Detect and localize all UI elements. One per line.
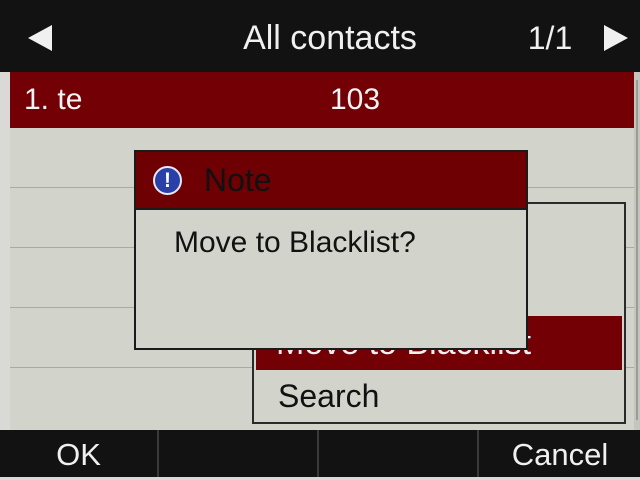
info-icon: ! <box>153 166 182 195</box>
page-title: All contacts <box>243 19 417 57</box>
menu-item-search[interactable]: Search <box>256 370 622 422</box>
dialog-title: Note <box>204 162 272 198</box>
contact-row[interactable]: 1. te 103 <box>10 72 635 128</box>
empty-softkey[interactable] <box>320 430 479 477</box>
dialog-message: Move to Blacklist? <box>174 226 416 259</box>
empty-softkey[interactable] <box>160 430 319 477</box>
softkey-bar: OK Cancel <box>0 430 640 477</box>
header-bar: All contacts 1/1 <box>0 0 640 72</box>
note-dialog: ! Note Move to Blacklist? <box>134 150 528 350</box>
contact-name: 1. te <box>24 83 83 116</box>
right-triangle-icon[interactable] <box>604 25 628 51</box>
ok-softkey[interactable]: OK <box>0 430 159 477</box>
contact-number: 103 <box>330 83 381 116</box>
scrollbar-track <box>636 80 638 420</box>
left-triangle-icon[interactable] <box>28 25 52 51</box>
cancel-softkey[interactable]: Cancel <box>480 430 640 477</box>
dialog-header: ! Note <box>136 152 526 210</box>
page-indicator: 1/1 <box>527 20 573 56</box>
